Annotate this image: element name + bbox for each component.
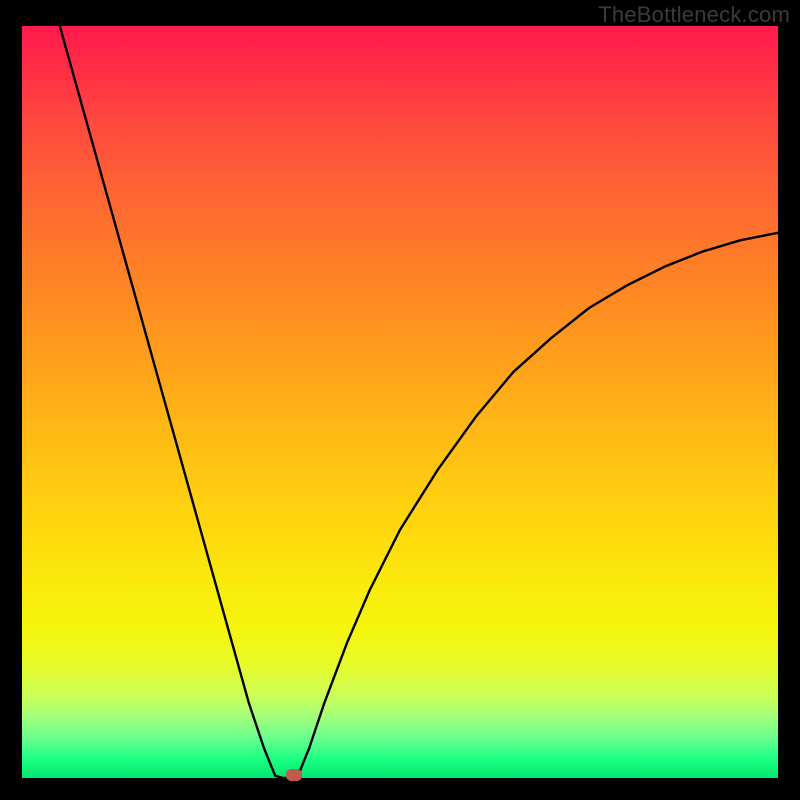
- minimum-marker: [286, 769, 302, 781]
- watermark-text: TheBottleneck.com: [598, 2, 790, 28]
- curve-path: [60, 26, 778, 778]
- plot-area: [22, 26, 778, 778]
- chart-frame: TheBottleneck.com: [0, 0, 800, 800]
- bottleneck-curve: [22, 26, 778, 778]
